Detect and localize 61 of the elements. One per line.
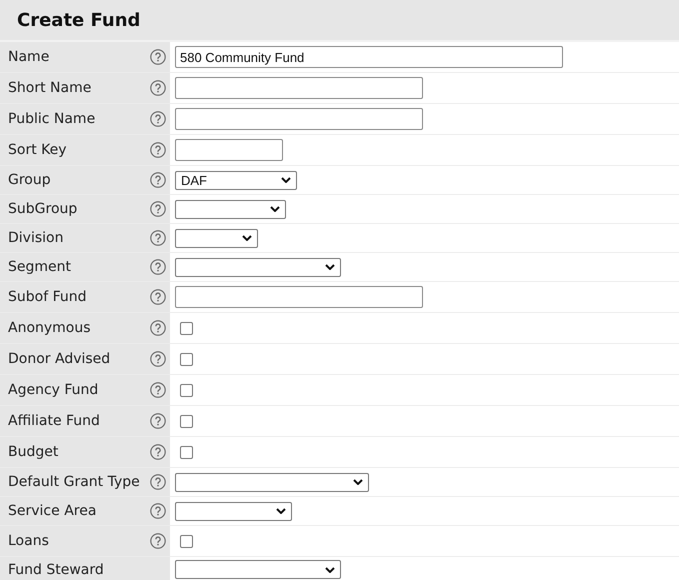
help-icon[interactable] [150, 533, 166, 549]
help-icon[interactable] [150, 172, 166, 188]
field-label: Division [8, 230, 64, 246]
text-field[interactable] [175, 286, 423, 308]
caret-icon [276, 508, 286, 514]
dropdown[interactable] [175, 200, 286, 218]
field-label: Default Grant Type [8, 474, 140, 490]
dropdown[interactable] [175, 502, 292, 520]
dropdown[interactable] [175, 258, 341, 276]
text-field[interactable]: 580 Community Fund [175, 46, 563, 68]
help-icon[interactable] [150, 320, 166, 336]
checkbox[interactable] [180, 534, 193, 548]
help-icon[interactable] [150, 413, 166, 429]
caret-icon [325, 566, 335, 572]
field-label: Name [8, 49, 50, 65]
field-label: Sort Key [8, 142, 67, 158]
help-icon[interactable] [150, 351, 166, 367]
help-icon[interactable] [150, 142, 166, 158]
field-label: Affiliate Fund [8, 413, 100, 429]
field-label: Service Area [8, 503, 96, 519]
help-icon[interactable] [150, 289, 166, 305]
help-icon[interactable] [150, 474, 166, 490]
form-title: Create Fund [17, 10, 140, 30]
field-label: Loans [8, 533, 49, 549]
dropdown[interactable] [175, 228, 258, 248]
caret-icon [242, 235, 252, 241]
help-icon[interactable] [150, 444, 166, 460]
help-icon[interactable] [150, 230, 166, 246]
field-label: SubGroup [8, 201, 78, 217]
dropdown[interactable] [175, 560, 341, 579]
help-icon[interactable] [150, 503, 166, 519]
field-label: Anonymous [8, 320, 91, 336]
checkbox[interactable] [180, 384, 193, 396]
checkbox[interactable] [180, 322, 193, 334]
field-label: Budget [8, 444, 58, 460]
dropdown[interactable]: DAF [175, 170, 297, 190]
field-label: Subof Fund [8, 289, 87, 305]
field-label: Fund Steward [8, 562, 104, 578]
help-icon[interactable] [150, 49, 166, 65]
caret-icon [353, 479, 363, 485]
text-field[interactable] [175, 108, 423, 130]
help-icon[interactable] [150, 80, 166, 96]
text-field[interactable] [175, 139, 283, 161]
field-label: Short Name [8, 80, 92, 96]
field-label: Group [8, 172, 51, 188]
dropdown[interactable] [175, 472, 369, 492]
checkbox[interactable] [180, 414, 193, 428]
text-field[interactable] [175, 77, 423, 99]
field-label: Public Name [8, 111, 96, 127]
help-icon[interactable] [150, 259, 166, 275]
checkbox[interactable] [180, 446, 193, 458]
field-label: Segment [8, 259, 71, 275]
field-label: Donor Advised [8, 351, 110, 367]
checkbox[interactable] [180, 352, 193, 366]
help-icon[interactable] [150, 382, 166, 398]
field-label: Agency Fund [8, 382, 98, 398]
help-icon[interactable] [150, 111, 166, 127]
help-icon[interactable] [150, 201, 166, 217]
caret-icon [325, 264, 335, 270]
caret-icon [270, 206, 280, 212]
caret-icon [281, 177, 291, 183]
